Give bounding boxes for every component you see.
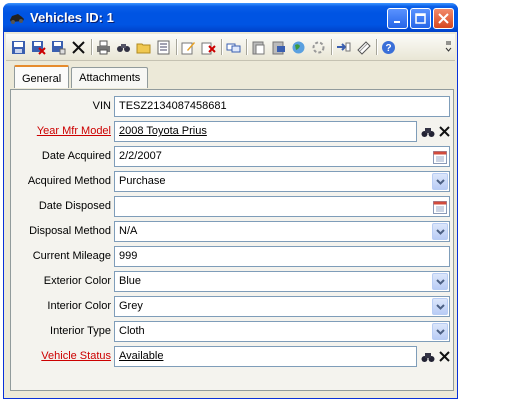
year-mfr-model-field[interactable]: 2008 Toyota Prius [114, 121, 417, 142]
vin-row: VIN TESZ2134087458681 [11, 96, 455, 118]
chevron-down-icon[interactable] [432, 223, 448, 240]
exterior-color-select[interactable]: Blue [114, 271, 450, 292]
date-acquired-label: Date Acquired [41, 150, 111, 162]
folder-icon[interactable] [135, 39, 151, 55]
date-acquired-field[interactable]: 2/2/2007 [114, 146, 450, 167]
print-icon[interactable] [95, 39, 111, 55]
close-button[interactable] [433, 8, 454, 29]
export-icon[interactable] [335, 39, 351, 55]
toolbar: ? [6, 34, 455, 61]
interior-color-row: Interior Color Grey [11, 296, 455, 318]
toolbar-separator [331, 39, 332, 55]
find-icon[interactable] [115, 39, 131, 55]
svg-text:?: ? [385, 43, 391, 54]
interior-color-select[interactable]: Grey [114, 296, 450, 317]
acquired-method-row: Acquired Method Purchase [11, 171, 455, 193]
web-icon[interactable] [290, 39, 306, 55]
date-acquired-value: 2/2/2007 [119, 150, 162, 162]
sync-icon[interactable] [310, 39, 326, 55]
exterior-color-row: Exterior Color Blue [11, 271, 455, 293]
chevron-down-icon[interactable] [432, 298, 448, 315]
year-mfr-model-link[interactable]: Year Mfr Model [11, 125, 111, 137]
interior-type-select[interactable]: Cloth [114, 321, 450, 342]
current-mileage-row: Current Mileage 999 [11, 246, 455, 268]
tab-attachments[interactable]: Attachments [71, 67, 149, 88]
current-mileage-value: 999 [119, 250, 138, 262]
title-bar[interactable]: Vehicles ID: 1 [3, 3, 458, 32]
list-icon[interactable] [155, 39, 171, 55]
vehicle-window: Vehicles ID: 1 ? General Attachments VIN… [3, 3, 458, 399]
toolbar-separator [246, 39, 247, 55]
year-mfr-model-row: Year Mfr Model 2008 Toyota Prius [11, 121, 455, 143]
acquired-method-label: Acquired Method [27, 175, 111, 187]
calendar-icon[interactable] [432, 149, 447, 164]
current-mileage-field[interactable]: 999 [114, 246, 450, 267]
date-acquired-row: Date Acquired 2/2/2007 [11, 146, 455, 168]
edit-icon[interactable] [180, 39, 196, 55]
date-disposed-label: Date Disposed [38, 200, 111, 212]
interior-color-value: Grey [119, 300, 143, 312]
import-icon[interactable] [270, 39, 286, 55]
chevron-down-icon[interactable] [432, 273, 448, 290]
toolbar-separator [176, 39, 177, 55]
toolbar-separator [91, 39, 92, 55]
toolbar-separator [376, 39, 377, 55]
date-disposed-row: Date Disposed [11, 196, 455, 218]
acquired-method-select[interactable]: Purchase [114, 171, 450, 192]
note-icon[interactable] [355, 39, 371, 55]
year-mfr-model-value: 2008 Toyota Prius [119, 125, 207, 137]
toolbar-separator [221, 39, 222, 55]
paste-icon[interactable] [250, 39, 266, 55]
refresh-icon[interactable] [200, 39, 216, 55]
clear-icon[interactable] [436, 122, 452, 141]
vehicle-status-field[interactable]: Available [114, 346, 417, 367]
delete-icon[interactable] [70, 39, 86, 55]
calendar-icon[interactable] [432, 199, 447, 214]
vin-label: VIN [92, 100, 111, 112]
minimize-button[interactable] [387, 8, 408, 29]
clear-icon[interactable] [436, 347, 452, 366]
vehicle-status-row: Vehicle Status Available [11, 346, 455, 368]
vin-value: TESZ2134087458681 [119, 100, 227, 112]
tab-strip: General Attachments [14, 65, 150, 89]
exterior-color-label: Exterior Color [43, 275, 111, 287]
toolbar-overflow-icon[interactable] [444, 37, 453, 57]
interior-type-value: Cloth [119, 325, 145, 337]
current-mileage-label: Current Mileage [32, 250, 111, 262]
acquired-method-value: Purchase [119, 175, 166, 187]
interior-color-label: Interior Color [47, 300, 111, 312]
vehicle-status-link[interactable]: Vehicle Status [11, 350, 111, 362]
copy-icon[interactable] [225, 39, 241, 55]
binoculars-icon[interactable] [420, 347, 436, 366]
tab-general[interactable]: General [14, 65, 70, 88]
car-icon [8, 9, 26, 27]
date-disposed-field[interactable] [114, 196, 450, 217]
interior-type-row: Interior Type Cloth [11, 321, 455, 343]
interior-type-label: Interior Type [50, 325, 111, 337]
maximize-button[interactable] [410, 8, 431, 29]
disposal-method-label: Disposal Method [29, 225, 111, 237]
general-panel: VIN TESZ2134087458681 Year Mfr Model 200… [10, 89, 454, 391]
help-icon[interactable]: ? [380, 39, 396, 55]
disposal-method-value: N/A [119, 225, 138, 237]
chevron-down-icon[interactable] [432, 173, 448, 190]
vehicle-status-value: Available [119, 350, 164, 362]
window-title: Vehicles ID: 1 [30, 10, 114, 25]
binoculars-icon[interactable] [420, 122, 436, 141]
vin-field[interactable]: TESZ2134087458681 [114, 96, 450, 117]
disposal-method-row: Disposal Method N/A [11, 221, 455, 243]
disposal-method-select[interactable]: N/A [114, 221, 450, 242]
save-close-icon[interactable] [30, 39, 46, 55]
save-icon[interactable] [10, 39, 26, 55]
exterior-color-value: Blue [119, 275, 142, 287]
save-new-icon[interactable] [50, 39, 66, 55]
chevron-down-icon[interactable] [432, 323, 448, 340]
